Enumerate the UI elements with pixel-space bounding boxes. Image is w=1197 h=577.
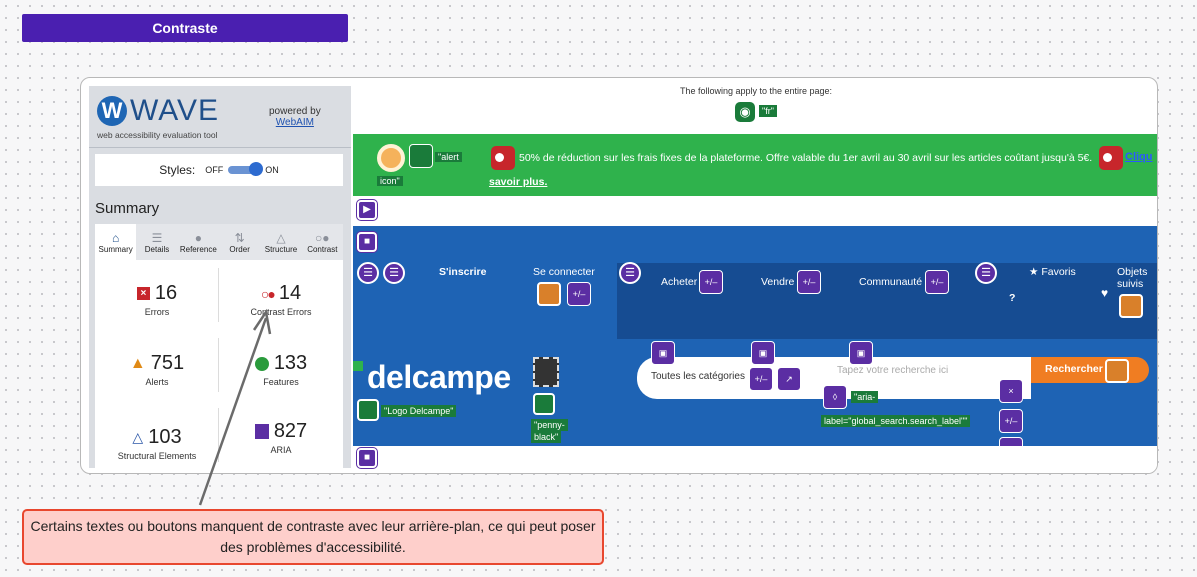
- pointer-arrow: [198, 308, 272, 506]
- callout-box: Certains textes ou boutons manquent de c…: [22, 509, 604, 565]
- arrow-line: [198, 317, 268, 506]
